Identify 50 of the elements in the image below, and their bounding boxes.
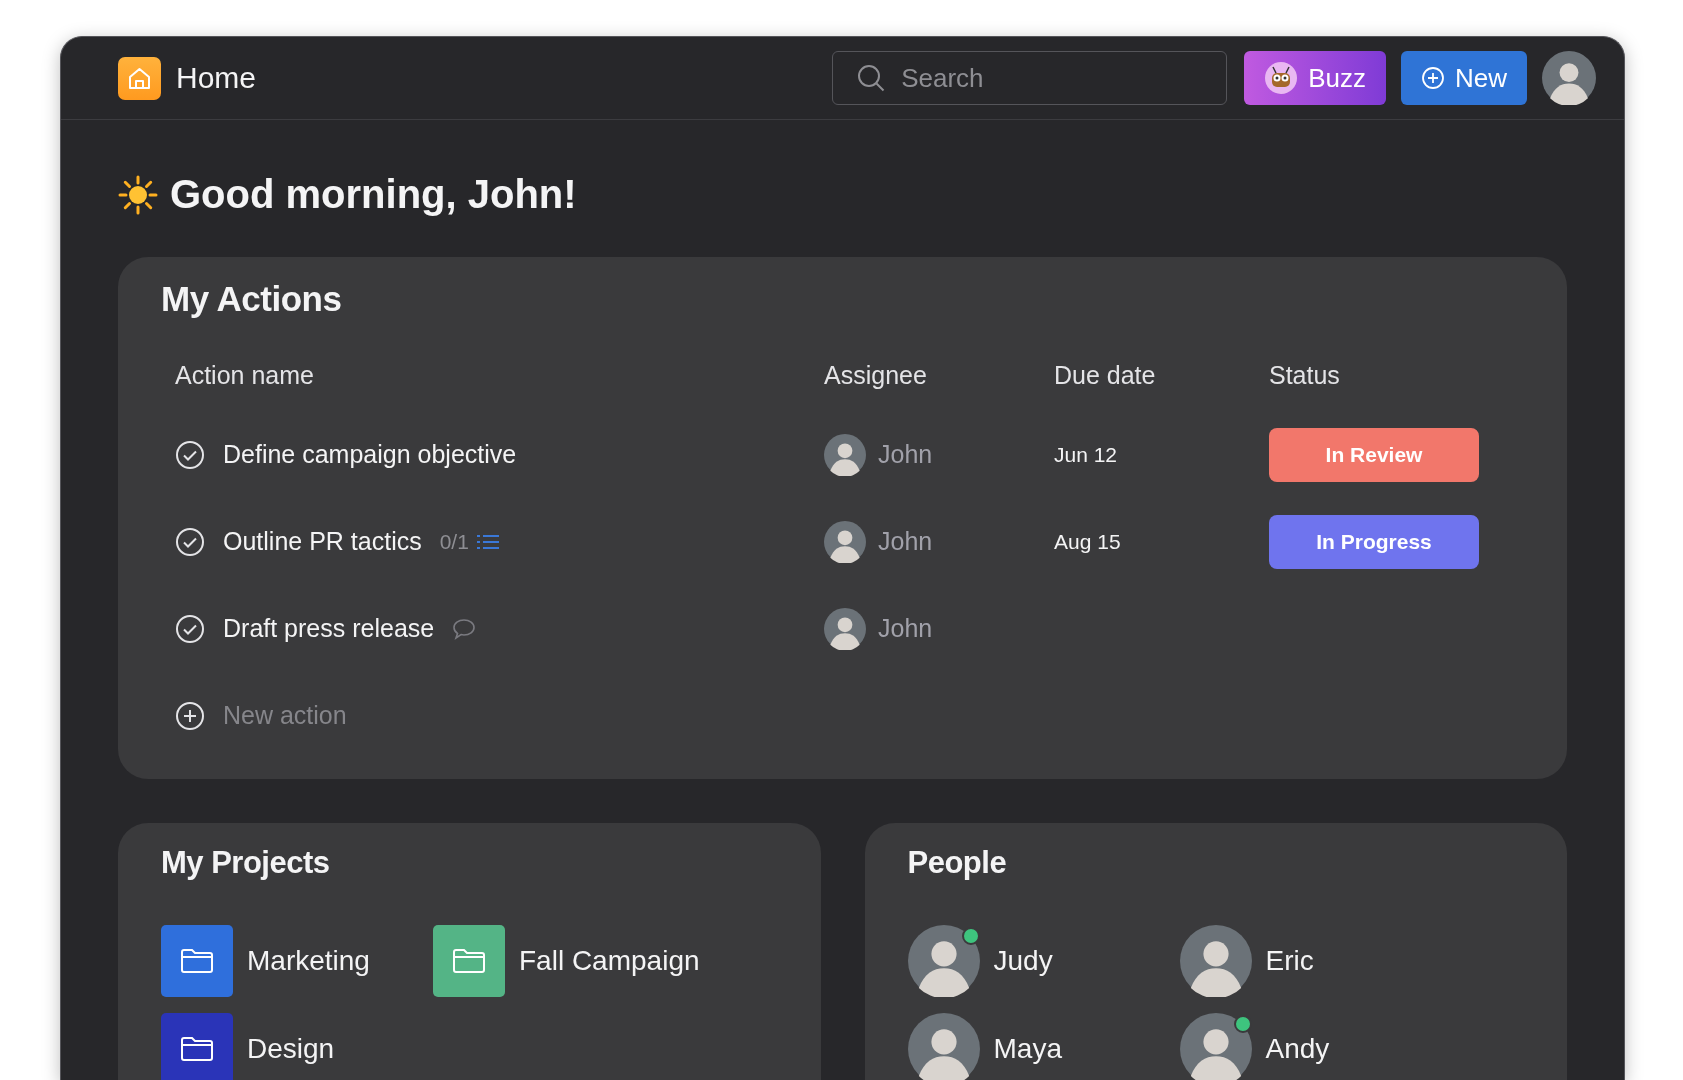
subtask-count: 0/1 xyxy=(439,529,469,554)
check-circle-icon[interactable] xyxy=(175,613,205,644)
action-name[interactable]: Define campaign objective xyxy=(223,440,517,469)
column-header: Assignee xyxy=(824,359,928,391)
action-name[interactable]: Draft press release xyxy=(223,614,435,643)
action-name[interactable]: Outline PR tactics xyxy=(223,527,422,556)
card-title: People xyxy=(907,845,1008,881)
column-header: Status xyxy=(1269,359,1341,391)
home-icon xyxy=(118,56,161,100)
search-icon xyxy=(856,63,887,93)
buzz-button[interactable]: Buzz xyxy=(1244,51,1386,105)
folder-icon xyxy=(180,948,214,974)
greeting: Good morning, John! xyxy=(170,172,577,217)
search-field[interactable]: Search xyxy=(832,51,1228,105)
folder-tile[interactable] xyxy=(161,1013,233,1080)
person-name[interactable]: Eric xyxy=(1265,945,1314,977)
due-date: Jun 12 xyxy=(1054,442,1118,467)
card-title: My Projects xyxy=(161,845,331,881)
folder-icon xyxy=(180,1036,214,1062)
list-icon[interactable] xyxy=(476,532,499,551)
user-avatar xyxy=(1542,51,1596,105)
assignee-avatar xyxy=(824,607,866,650)
folder-tile[interactable] xyxy=(433,925,505,997)
assignee-name: John xyxy=(878,527,933,556)
assignee-avatar xyxy=(824,520,866,563)
assignee-name: John xyxy=(878,440,933,469)
plus-circle-icon xyxy=(1421,66,1445,90)
sun-icon xyxy=(118,174,158,215)
status-badge[interactable]: In Progress xyxy=(1269,514,1479,569)
plus-circle-icon xyxy=(175,700,205,731)
folder-icon xyxy=(452,948,486,974)
folder-tile[interactable] xyxy=(161,925,233,997)
person-name[interactable]: Maya xyxy=(993,1033,1062,1065)
assignee-name: John xyxy=(878,614,933,643)
comment-icon[interactable] xyxy=(452,617,477,640)
project-name[interactable]: Marketing xyxy=(247,945,370,977)
column-header: Action name xyxy=(174,359,315,391)
project-name[interactable]: Fall Campaign xyxy=(519,945,700,977)
column-header: Due date xyxy=(1054,359,1157,391)
person-name[interactable]: Andy xyxy=(1265,1033,1330,1065)
robot-icon xyxy=(1264,61,1299,95)
check-circle-icon[interactable] xyxy=(175,439,205,470)
new-button[interactable]: New xyxy=(1401,51,1527,105)
page-title: Home xyxy=(176,61,258,95)
check-circle-icon[interactable] xyxy=(175,526,205,557)
due-date: Aug 15 xyxy=(1054,529,1121,554)
assignee-avatar xyxy=(824,433,866,476)
project-name[interactable]: Design xyxy=(247,1033,335,1065)
person-name[interactable]: Judy xyxy=(993,945,1053,977)
card-title: My Actions xyxy=(161,279,343,319)
